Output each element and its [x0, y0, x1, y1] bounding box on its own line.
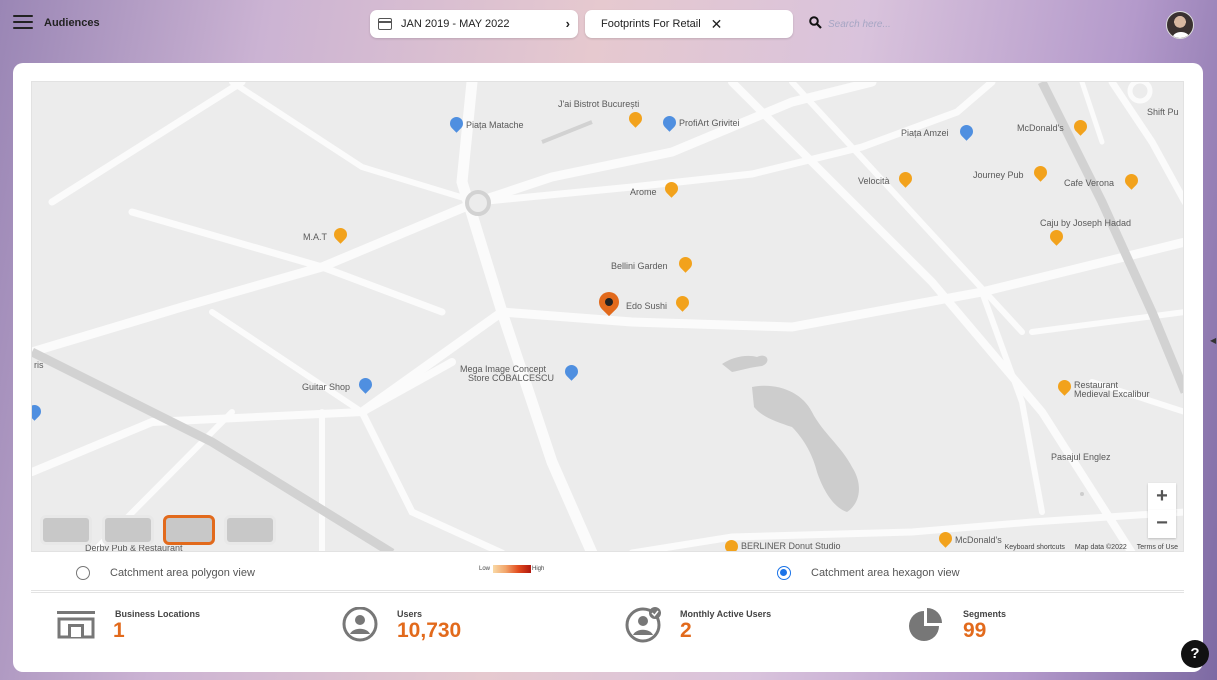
place-label: Journey Pub — [973, 170, 1024, 180]
place-label: Shift Pu — [1147, 107, 1179, 117]
calendar-icon — [378, 18, 392, 30]
map-style-thumbnail-selected[interactable] — [163, 515, 215, 545]
place-label: Piața Amzei — [901, 128, 949, 138]
user-circle-icon — [342, 607, 378, 642]
date-range-text: JAN 2019 - MAY 2022 — [401, 18, 510, 30]
place-label: ProfiArt Grivitei — [679, 118, 740, 128]
stat-value: 99 — [963, 619, 987, 642]
place-label: ris — [34, 360, 44, 370]
pie-chart-icon — [909, 608, 942, 641]
zoom-out-button[interactable]: − — [1148, 510, 1176, 538]
stat-label: Users — [397, 609, 423, 619]
top-bar: Audiences JAN 2019 - MAY 2022 › Footprin… — [0, 0, 1217, 50]
map-attribution: Keyboard shortcuts Map data ©2022 Terms … — [1005, 544, 1178, 551]
hamburger-icon[interactable] — [13, 15, 33, 29]
search-input[interactable] — [828, 14, 968, 34]
map-style-thumbnail[interactable] — [224, 515, 276, 545]
stat-label: Business Locations — [115, 609, 201, 619]
search-icon[interactable] — [809, 16, 822, 29]
map-data-text: Map data ©2022 — [1074, 544, 1127, 551]
collapse-arrow-icon[interactable]: ◀ — [1210, 336, 1216, 345]
heat-legend — [493, 565, 531, 573]
help-button[interactable]: ? — [1181, 640, 1209, 668]
active-user-icon — [625, 607, 661, 643]
place-label: Piața Matache — [466, 120, 524, 130]
place-label: J'ai Bistrot București — [558, 99, 640, 109]
map-style-thumbnail[interactable] — [40, 515, 92, 545]
place-label: Cafe Verona — [1064, 178, 1115, 188]
building-icon — [57, 611, 95, 639]
stat-users: Users 10,730 — [341, 593, 591, 659]
legend-low-label: Low — [479, 566, 491, 572]
filter-chip-label: Footprints For Retail — [601, 18, 701, 30]
place-label: McDonald's — [955, 535, 1002, 545]
stat-value: 10,730 — [397, 619, 462, 642]
stats-row: Business Locations 1 Users 10,730 Monthl… — [31, 592, 1184, 658]
map[interactable]: J'ai Bistrot București Piața Matache Pro… — [31, 81, 1184, 552]
place-label: Guitar Shop — [302, 382, 351, 392]
date-range-picker[interactable]: JAN 2019 - MAY 2022 › — [370, 10, 578, 38]
place-label: Pasajul Englez — [1051, 452, 1111, 462]
keyboard-shortcuts-link[interactable]: Keyboard shortcuts — [1005, 544, 1065, 551]
stat-value: 1 — [113, 619, 125, 642]
stat-business-locations: Business Locations 1 — [57, 593, 307, 659]
close-icon[interactable]: ✕ — [711, 16, 723, 33]
place-label: McDonald's — [1017, 123, 1064, 133]
place-label: Store COBALCESCU — [468, 373, 555, 383]
terms-link[interactable]: Terms of Use — [1137, 544, 1178, 551]
zoom-in-button[interactable]: + — [1148, 483, 1176, 511]
hexagon-view-radio[interactable] — [777, 566, 791, 580]
stat-monthly-active-users: Monthly Active Users 2 — [624, 593, 884, 659]
place-label: Edo Sushi — [626, 301, 668, 311]
hexagon-view-label[interactable]: Catchment area hexagon view — [811, 567, 960, 579]
map-roads — [32, 82, 1183, 551]
stat-segments: Segments 99 — [907, 593, 1157, 659]
polygon-view-label[interactable]: Catchment area polygon view — [110, 567, 255, 579]
place-label: Caju by Joseph Hadad — [1040, 218, 1132, 228]
stat-label: Monthly Active Users — [680, 609, 772, 619]
place-label: BERLINER Donut Studio — [741, 541, 841, 551]
legend-high-label: High — [532, 566, 545, 572]
avatar[interactable] — [1166, 11, 1194, 39]
place-label: Arome — [630, 187, 657, 197]
stat-value: 2 — [680, 619, 692, 642]
polygon-view-radio[interactable] — [76, 566, 90, 580]
stat-label: Segments — [963, 609, 1007, 619]
map-style-thumbnail[interactable] — [102, 515, 154, 545]
chevron-right-icon[interactable]: › — [566, 16, 570, 31]
place-label: Bellini Garden — [611, 261, 668, 271]
place-label: Medieval Excalibur — [1074, 389, 1150, 399]
place-label: M.A.T — [303, 232, 327, 242]
app-title: Audiences — [44, 17, 100, 29]
place-label: Velocità — [858, 176, 890, 186]
filter-chip[interactable]: Footprints For Retail ✕ — [585, 10, 793, 38]
view-toggle-row: Catchment area polygon view Low High Cat… — [31, 553, 1184, 591]
